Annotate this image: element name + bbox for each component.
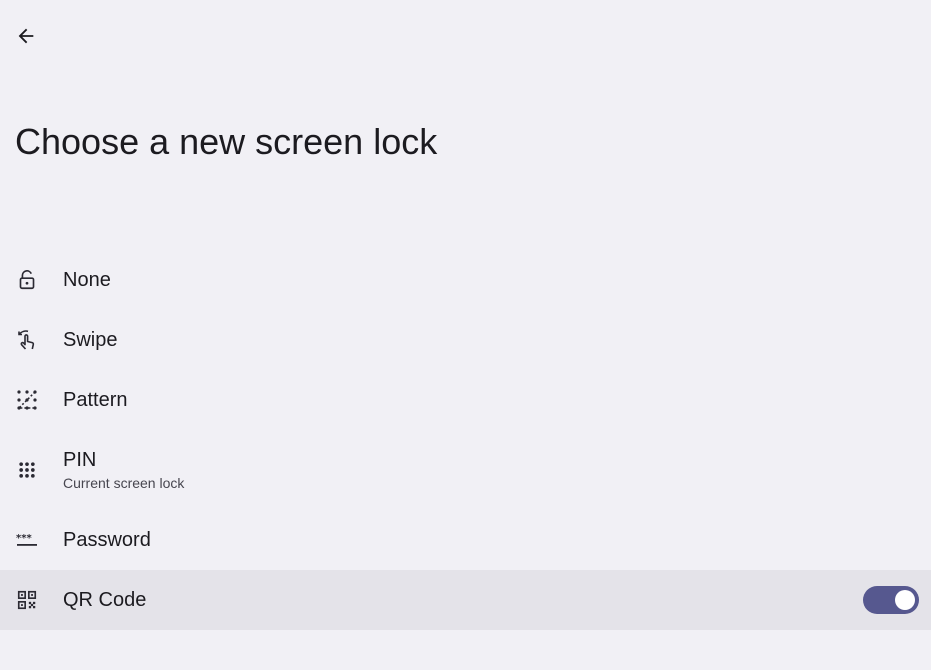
pattern-icon — [13, 386, 41, 414]
option-qr-code-label: QR Code — [63, 589, 147, 611]
screen-lock-options-list: None Swipe Pattern PIN Current screen lo… — [0, 250, 931, 630]
option-password-label: Password — [63, 529, 151, 551]
svg-text:***: *** — [16, 533, 32, 544]
arrow-back-icon — [15, 25, 37, 52]
option-pin[interactable]: PIN Current screen lock — [0, 430, 931, 510]
option-password[interactable]: *** Password — [0, 510, 931, 570]
toggle-thumb — [895, 590, 915, 610]
option-none[interactable]: None — [0, 250, 931, 310]
option-pin-subtitle: Current screen lock — [63, 475, 185, 491]
dialpad-icon — [13, 456, 41, 484]
option-none-label: None — [63, 269, 111, 291]
qr-code-toggle[interactable] — [863, 586, 919, 614]
option-swipe[interactable]: Swipe — [0, 310, 931, 370]
option-pin-label: PIN — [63, 449, 97, 471]
option-qr-code[interactable]: QR Code — [0, 570, 931, 630]
option-pattern-label: Pattern — [63, 389, 128, 411]
lock-open-icon — [13, 266, 41, 294]
back-button[interactable] — [6, 18, 46, 58]
qr-code-icon — [13, 586, 41, 614]
option-swipe-label: Swipe — [63, 329, 118, 351]
page-title: Choose a new screen lock — [15, 121, 438, 162]
option-pattern[interactable]: Pattern — [0, 370, 931, 430]
swipe-icon — [13, 326, 41, 354]
password-icon: *** — [13, 526, 41, 554]
